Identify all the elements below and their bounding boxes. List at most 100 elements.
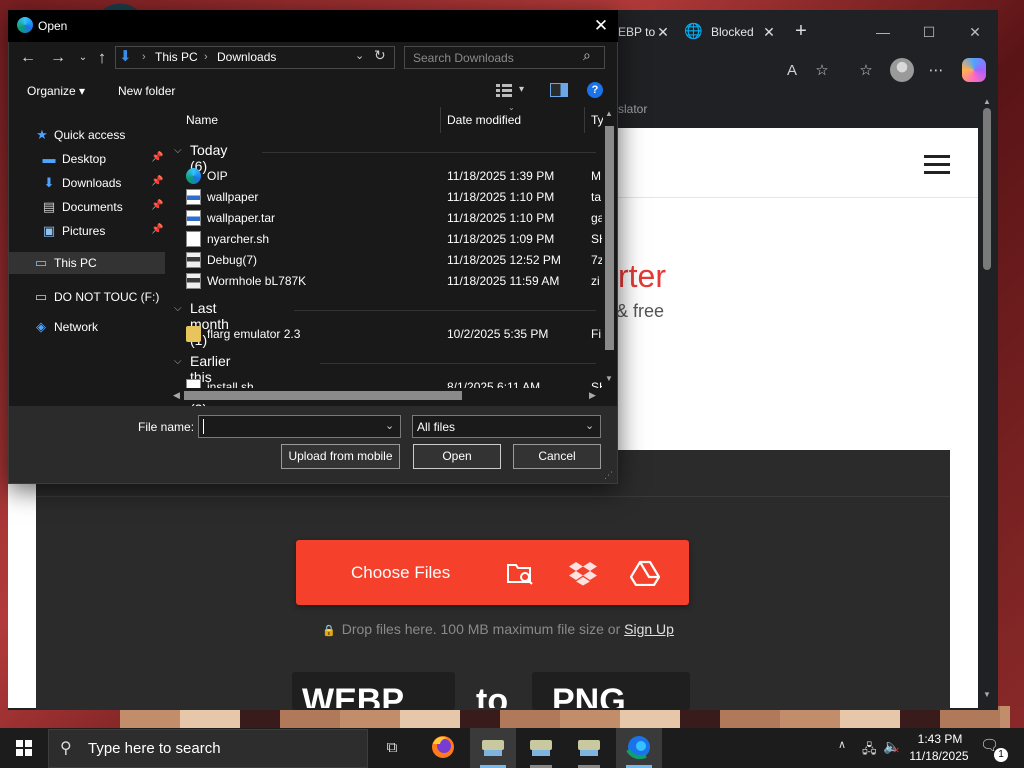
hamburger-menu-icon[interactable]	[924, 155, 950, 175]
taskbar-app-2[interactable]	[518, 728, 564, 768]
to-format-label: PNG ⌄	[552, 684, 645, 708]
page-scroll-thumb[interactable]	[983, 108, 991, 270]
nav-item-this-pc[interactable]: ▭ This PC	[9, 252, 165, 274]
more-options-icon[interactable]: ⋯	[924, 60, 948, 82]
chevron-down-icon: ⌵	[174, 303, 182, 314]
new-tab-button[interactable]: +	[790, 20, 812, 42]
scroll-left-arrow-icon[interactable]: ◀	[173, 390, 180, 401]
back-button[interactable]: ←	[18, 48, 38, 68]
clock-time[interactable]: 1:43 PM	[910, 732, 970, 746]
chevron-down-icon: ⌄	[412, 701, 423, 708]
lock-icon: 🔒	[322, 625, 336, 637]
copilot-icon[interactable]	[962, 58, 986, 82]
nav-item-drive-f[interactable]: ▭ DO NOT TOUC (F:)	[9, 286, 165, 308]
breadcrumb-separator-icon[interactable]: ›	[142, 51, 146, 63]
file-row[interactable]: Debug(7) 11/18/2025 12:52 PM 7z	[186, 250, 602, 271]
drive-icon: ▭	[34, 289, 48, 304]
scroll-right-arrow-icon[interactable]: ▶	[589, 390, 596, 401]
read-aloud-icon[interactable]: A	[780, 60, 804, 82]
column-divider[interactable]	[584, 107, 585, 133]
new-folder-button[interactable]: New folder	[118, 84, 175, 98]
vertical-scroll-thumb[interactable]	[605, 126, 614, 350]
scroll-up-arrow-icon[interactable]: ▲	[605, 109, 613, 118]
breadcrumb-downloads[interactable]: Downloads	[217, 50, 276, 64]
upload-from-mobile-button[interactable]: Upload from mobile	[281, 444, 400, 469]
search-downloads-input[interactable]: Search Downloads	[404, 46, 605, 69]
divider	[36, 496, 950, 497]
favorites-icon[interactable]: ☆	[854, 60, 878, 82]
tab-close-icon[interactable]: ✕	[654, 22, 672, 42]
dropbox-icon[interactable]	[568, 560, 598, 586]
nav-item-quick-access[interactable]: ★ Quick access	[9, 124, 165, 146]
file-name-input[interactable]	[198, 415, 401, 438]
chevron-down-icon[interactable]: ⌄	[585, 419, 594, 432]
open-button[interactable]: Open	[413, 444, 501, 469]
scroll-up-arrow-icon[interactable]: ▲	[982, 97, 992, 107]
taskbar-firefox[interactable]	[420, 728, 466, 768]
view-options-icon[interactable]	[495, 83, 513, 97]
up-folder-button[interactable]: ↑	[92, 48, 112, 68]
search-icon[interactable]: ⌕	[583, 47, 591, 64]
window-close-button[interactable]: ✕	[960, 20, 990, 44]
sign-up-link[interactable]: Sign Up	[624, 621, 674, 637]
resize-grip-icon[interactable]: ⋰	[604, 470, 613, 481]
clock-date[interactable]: 11/18/2025	[908, 749, 970, 763]
recent-locations-button[interactable]: ⌄	[73, 48, 93, 68]
scroll-down-arrow-icon[interactable]: ▼	[605, 374, 613, 383]
maximize-button[interactable]: ☐	[914, 20, 944, 44]
file-row[interactable]: install.sh 8/1/2025 6:11 AM SH	[186, 377, 602, 388]
dialog-close-button[interactable]: ✕	[588, 14, 614, 38]
forward-button[interactable]: →	[48, 48, 68, 68]
taskbar-app-3[interactable]	[566, 728, 612, 768]
refresh-icon[interactable]: ↻	[374, 47, 386, 64]
breadcrumb-separator-icon[interactable]: ›	[204, 51, 208, 63]
folder-search-icon[interactable]	[506, 560, 534, 586]
chevron-down-icon[interactable]: ⌄	[385, 419, 394, 432]
nav-item-desktop[interactable]: ▬ Desktop 📌	[9, 148, 165, 170]
column-header-name[interactable]: Name	[186, 113, 218, 127]
star-icon: ★	[36, 127, 48, 142]
file-row[interactable]: wallpaper.tar 11/18/2025 1:10 PM ga	[186, 208, 602, 229]
minimize-button[interactable]: —	[868, 20, 898, 44]
file-row[interactable]: flarg emulator 2.3 10/2/2025 5:35 PM Fi	[186, 324, 602, 345]
dialog-titlebar[interactable]	[8, 10, 618, 42]
profile-avatar-icon[interactable]	[890, 58, 914, 82]
file-row[interactable]: nyarcher.sh 11/18/2025 1:09 PM SH	[186, 229, 602, 250]
task-view-icon[interactable]: ⧉	[376, 728, 408, 768]
preview-pane-icon[interactable]	[550, 83, 568, 97]
group-divider	[320, 363, 596, 364]
network-tray-icon[interactable]: 🖧	[862, 740, 877, 762]
taskbar-app-1[interactable]	[470, 728, 516, 768]
organize-button[interactable]: Organize ▾	[27, 84, 85, 98]
app-icon	[530, 740, 552, 756]
favorite-star-icon[interactable]: ☆	[810, 60, 834, 82]
file-type-select[interactable]: All files	[412, 415, 601, 438]
nav-item-downloads[interactable]: ⬇ Downloads 📌	[9, 172, 165, 194]
document-file-icon	[186, 231, 201, 247]
tab-blocked[interactable]: 🌐 Blocked	[676, 14, 806, 50]
google-drive-icon[interactable]	[630, 560, 660, 586]
tray-overflow-chevron-icon[interactable]: ∧	[838, 738, 846, 751]
chevron-down-icon[interactable]: ⌄	[355, 49, 364, 62]
taskbar-edge[interactable]	[616, 728, 662, 768]
help-icon[interactable]: ?	[587, 82, 603, 98]
tab-close-icon[interactable]: ✕	[760, 22, 778, 42]
breadcrumb-this-pc[interactable]: This PC	[155, 50, 198, 64]
favorites-bar-item[interactable]: slator	[618, 102, 647, 116]
file-row[interactable]: OIP 11/18/2025 1:39 PM M	[186, 166, 602, 187]
scroll-down-arrow-icon[interactable]: ▼	[982, 690, 992, 700]
nav-item-pictures[interactable]: ▣ Pictures 📌	[9, 220, 165, 242]
file-row[interactable]: wallpaper 11/18/2025 1:10 PM ta	[186, 187, 602, 208]
nav-item-network[interactable]: ◈ Network	[9, 316, 165, 338]
desktop-icon: ▬	[42, 151, 56, 166]
column-divider[interactable]	[440, 107, 441, 133]
horizontal-scroll-thumb[interactable]	[184, 391, 462, 400]
file-row[interactable]: Wormhole bL787K 11/18/2025 11:59 AM zi	[186, 271, 602, 292]
cancel-button[interactable]: Cancel	[513, 444, 601, 469]
windows-start-icon[interactable]	[0, 728, 48, 768]
column-header-type[interactable]: Ty	[591, 113, 603, 127]
chevron-down-icon[interactable]: ▾	[519, 84, 524, 95]
column-header-date-modified[interactable]: Date modified	[447, 113, 521, 127]
tab-label: Blocked	[711, 25, 754, 39]
nav-item-documents[interactable]: ▤ Documents 📌	[9, 196, 165, 218]
